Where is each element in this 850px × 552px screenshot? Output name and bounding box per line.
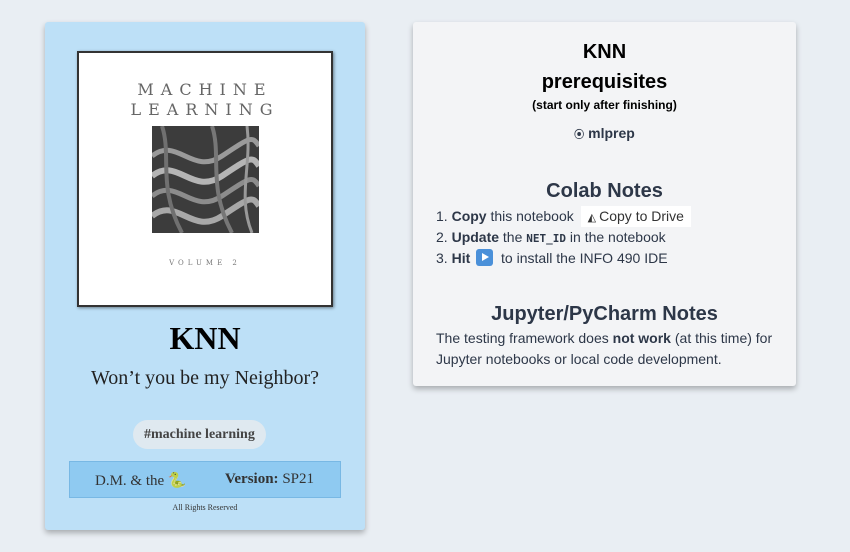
book-card: MACHINE LEARNING VOLUME 2 KNN Won’t you …	[45, 22, 365, 530]
prereq-item-label: mlprep	[588, 125, 635, 141]
book-subtitle: Won’t you be my Neighbor?	[91, 367, 319, 389]
cover-volume: VOLUME 2	[169, 259, 241, 267]
jupyter-text-part1: The testing framework does	[436, 330, 609, 346]
net-id-code: NET_ID	[526, 232, 567, 245]
step-update: 2. Update the NET_ID in the notebook	[436, 227, 691, 248]
jupyter-text-bold: not work	[612, 330, 671, 346]
notes-title: KNN	[582, 41, 627, 63]
copy-to-drive-label: Copy to Drive	[599, 208, 684, 224]
play-icon[interactable]	[476, 249, 494, 266]
version-value: SP21	[282, 471, 314, 487]
cover-title-line2: LEARNING	[130, 100, 280, 119]
radio-bullet-icon: ⦿	[574, 130, 585, 141]
tag-badge[interactable]: #machine learning	[133, 420, 266, 449]
step-copy: 1. Copy this notebook ◭ Copy to Drive	[436, 206, 691, 227]
step-text: this notebook	[490, 208, 574, 224]
step-text: in the notebook	[569, 229, 666, 245]
notes-card: KNN prerequisites (start only after fini…	[413, 22, 796, 386]
prereq-subtitle: (start only after finishing)	[532, 98, 677, 112]
step-text: to install the INFO 490 IDE	[501, 250, 668, 266]
colab-steps-list: 1. Copy this notebook ◭ Copy to Drive 2. …	[436, 206, 691, 269]
step-number: 1.	[436, 208, 448, 224]
step-text: the	[502, 229, 523, 245]
step-number: 2.	[436, 229, 448, 245]
step-number: 3.	[436, 250, 448, 266]
cover-art-image	[152, 126, 259, 233]
cover-title-line1: MACHINE	[137, 80, 273, 99]
step-action: Hit	[451, 250, 471, 266]
book-title: KNN	[169, 320, 241, 356]
version-info: Version: SP21	[225, 471, 314, 488]
book-cover: MACHINE LEARNING VOLUME 2	[77, 51, 333, 307]
step-action: Copy	[451, 208, 487, 224]
step-hit: 3. Hit to install the INFO 490 IDE	[436, 248, 691, 269]
jupyter-notes-title: Jupyter/PyCharm Notes	[491, 303, 718, 325]
prereq-item[interactable]: ⦿ mlprep	[413, 125, 796, 141]
drive-icon: ◭	[587, 212, 597, 224]
step-action: Update	[451, 229, 500, 245]
version-label: Version:	[224, 471, 279, 487]
colab-notes-title: Colab Notes	[546, 180, 663, 202]
jupyter-notes-text: The testing framework does not work (at …	[436, 328, 776, 370]
book-footer: D.M. & the 🐍 Version: SP21	[69, 461, 341, 498]
copy-to-drive-button[interactable]: ◭ Copy to Drive	[580, 206, 691, 227]
rights-text: All Rights Reserved	[172, 503, 238, 512]
author-label: D.M. & the 🐍	[95, 473, 187, 489]
prereq-title: prerequisites	[541, 71, 668, 93]
